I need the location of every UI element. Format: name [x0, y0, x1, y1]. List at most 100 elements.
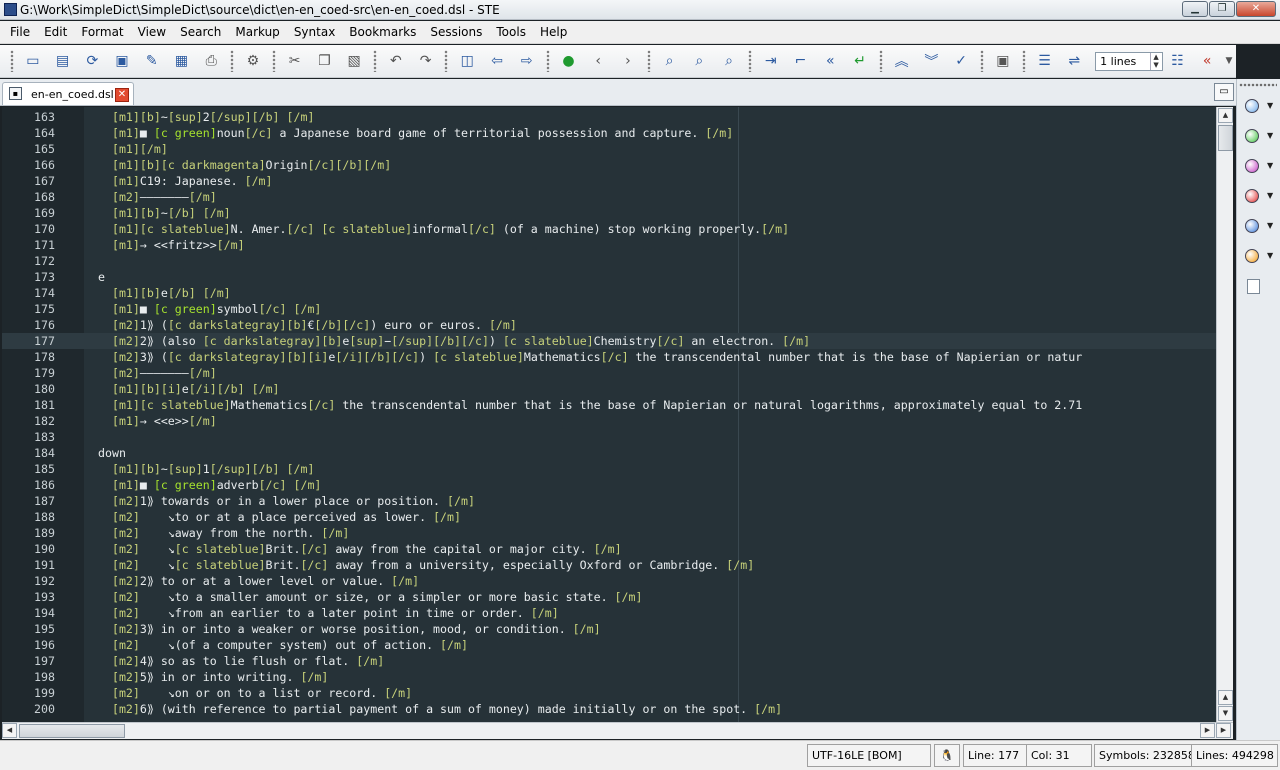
menu-sessions[interactable]: Sessions — [423, 25, 489, 39]
find-icon[interactable]: ⌕ — [655, 49, 685, 73]
reload-icon[interactable]: ⟳ — [77, 49, 107, 73]
tab-close-icon[interactable]: ✕ — [115, 88, 129, 102]
copy-icon[interactable]: ❐ — [310, 49, 340, 73]
code-line[interactable]: 185 [m1][b]~[sup]1[/sup][/b] [/m] — [2, 461, 1217, 477]
code-line[interactable]: 178 [m2]3⟫ ([c darkslategray][b][i]e[/i]… — [2, 349, 1217, 365]
menu-tools[interactable]: Tools — [489, 25, 533, 39]
line-text[interactable]: [m2]1⟫ ([c darkslategray][b]€[/b][/c]) e… — [98, 317, 517, 333]
code-line[interactable]: 194 [m2] ↘from an earlier to a later poi… — [2, 605, 1217, 621]
horizontal-scroll-thumb[interactable] — [19, 724, 125, 738]
code-line[interactable]: 190 [m2] ↘[c slateblue]Brit.[/c] away fr… — [2, 541, 1217, 557]
code-line[interactable]: 172 — [2, 253, 1217, 269]
line-text[interactable]: [m2]———————[/m] — [98, 189, 217, 205]
code-line[interactable]: 200 [m2]6⟫ (with reference to partial pa… — [2, 701, 1217, 717]
code-line[interactable]: 186 [m1]■ [c green]adverb[/c] [/m] — [2, 477, 1217, 493]
image-icon[interactable]: ▣ — [988, 49, 1018, 73]
code-line[interactable]: 173 e — [2, 269, 1217, 285]
line-text[interactable]: [m2]5⟫ in or into writing. [/m] — [98, 669, 328, 685]
toolbar-grip[interactable] — [372, 50, 377, 72]
toolbar-grip[interactable] — [980, 50, 984, 72]
replace-icon[interactable]: ⌕ — [714, 49, 744, 73]
dropdown-arrow-icon[interactable]: ▼ — [1267, 191, 1273, 200]
wrap-icon[interactable]: ⇌ — [1059, 49, 1089, 73]
code-text[interactable]: 163 [m1][b]~[sup]2[/sup][/b] [/m] 164 [m1… — [2, 109, 1217, 721]
toolbar-grip[interactable] — [1021, 50, 1026, 72]
code-line[interactable]: 182 [m1]→ <<e>>[/m] — [2, 413, 1217, 429]
expand-down-icon[interactable]: ︾ — [917, 49, 947, 73]
menu-view[interactable]: View — [131, 25, 173, 39]
line-text[interactable]: [m2]6⟫ (with reference to partial paymen… — [98, 701, 782, 717]
minimize-button[interactable]: ▁ — [1182, 1, 1208, 17]
code-line[interactable]: 171 [m1]→ <<fritz>>[/m] — [2, 237, 1217, 253]
line-text[interactable]: [m1]■ [c green]adverb[/c] [/m] — [98, 477, 321, 493]
line-text[interactable]: [m2] ↘[c slateblue]Brit.[/c] away from t… — [98, 541, 622, 557]
line-text[interactable]: [m1][c slateblue]N. Amer.[/c] [c slatebl… — [98, 221, 789, 237]
blue-marker-2-icon[interactable] — [1245, 219, 1259, 233]
line-text[interactable]: [m1]C19: Japanese. [/m] — [98, 173, 273, 189]
code-line[interactable]: 175 [m1]■ [c green]symbol[/c] [/m] — [2, 301, 1217, 317]
blue-marker-icon[interactable] — [1245, 99, 1259, 113]
line-text[interactable]: [m1][b][i]e[/i][/b] [/m] — [98, 381, 280, 397]
toolbar-grip[interactable] — [271, 50, 276, 72]
scroll-right-icon[interactable]: ▶ — [1200, 723, 1215, 738]
return-icon[interactable]: ↵ — [845, 49, 875, 73]
close-button[interactable]: ✕ — [1236, 1, 1276, 17]
dropdown-arrow-icon[interactable]: ▼ — [1267, 251, 1273, 260]
code-line[interactable]: 191 [m2] ↘[c slateblue]Brit.[/c] away fr… — [2, 557, 1217, 573]
save-as-icon[interactable]: ✎ — [137, 49, 167, 73]
line-text[interactable]: [m1]■ [c green]noun[/c] a Japanese board… — [98, 125, 733, 141]
dropdown-arrow-icon[interactable]: ▼ — [1267, 221, 1273, 230]
rewind-icon[interactable]: « — [815, 49, 845, 73]
code-line[interactable]: 183 — [2, 429, 1217, 445]
line-text[interactable]: [m1][b]e[/b] [/m] — [98, 285, 231, 301]
line-text[interactable]: [m1]→ <<fritz>>[/m] — [98, 237, 245, 253]
toolbar-grip[interactable] — [230, 50, 235, 72]
menu-edit[interactable]: Edit — [37, 25, 74, 39]
line-text[interactable]: e — [98, 269, 105, 285]
code-line[interactable]: 188 [m2] ↘to or at a place perceived as … — [2, 509, 1217, 525]
line-text[interactable]: [m1][b]~[sup]1[/sup][/b] [/m] — [98, 461, 314, 477]
line-text[interactable]: down — [98, 445, 126, 461]
code-line[interactable]: 165 [m1][/m] — [2, 141, 1217, 157]
save-all-icon[interactable]: ▦ — [167, 49, 197, 73]
menu-syntax[interactable]: Syntax — [287, 25, 342, 39]
line-text[interactable]: [m1][b][c darkmagenta]Origin[/c][/b][/m] — [98, 157, 391, 173]
check-icon[interactable]: ✓ — [946, 49, 976, 73]
menu-bookmarks[interactable]: Bookmarks — [342, 25, 423, 39]
menu-file[interactable]: File — [3, 25, 37, 39]
orange-marker-icon[interactable] — [1245, 249, 1259, 263]
open-file-icon[interactable]: ▤ — [48, 49, 78, 73]
document-list-icon[interactable]: ▭ — [1214, 83, 1234, 101]
line-text[interactable]: [m2] ↘(of a computer system) out of acti… — [98, 637, 468, 653]
code-line[interactable]: 169 [m1][b]~[/b] [/m] — [2, 205, 1217, 221]
scroll-down-icon[interactable]: ▲ — [1218, 690, 1233, 705]
line-text[interactable]: [m1][b]~[sup]2[/sup][/b] [/m] — [98, 109, 314, 125]
dropdown-arrow-icon[interactable]: ▼ — [1267, 101, 1273, 110]
line-text[interactable]: [m2]4⟫ so as to lie flush or flat. [/m] — [98, 653, 384, 669]
tab-en-en-coed[interactable]: ▪ en-en_coed.dsl ✕ — [2, 82, 134, 105]
line-text[interactable]: [m2] ↘[c slateblue]Brit.[/c] away from a… — [98, 557, 754, 573]
code-line[interactable]: 196 [m2] ↘(of a computer system) out of … — [2, 637, 1217, 653]
toolbar-grip[interactable] — [444, 50, 449, 72]
back-icon[interactable]: ⇦ — [482, 49, 512, 73]
dropdown-arrow-icon[interactable]: ▼ — [1222, 49, 1236, 73]
horizontal-scrollbar[interactable]: ◀ ▶ ▶ — [2, 722, 1233, 739]
dropdown-arrow-icon[interactable]: ▼ — [1267, 131, 1273, 140]
code-line[interactable]: 181 [m1][c slateblue]Mathematics[/c] the… — [2, 397, 1217, 413]
green-marker-icon[interactable] — [1245, 129, 1259, 143]
menu-help[interactable]: Help — [533, 25, 574, 39]
menu-markup[interactable]: Markup — [228, 25, 286, 39]
line-text[interactable]: [m2] ↘to or at a place perceived as lowe… — [98, 509, 461, 525]
toolbar-grip[interactable] — [545, 50, 550, 72]
toolbar-grip[interactable] — [10, 50, 14, 72]
scroll-down-icon[interactable]: ▼ — [1218, 706, 1233, 721]
code-line[interactable]: 199 [m2] ↘on or on to a list or record. … — [2, 685, 1217, 701]
indent-icon[interactable]: ⇥ — [756, 49, 786, 73]
settings-icon[interactable]: ⚙ — [238, 49, 268, 73]
save-icon[interactable]: ▣ — [107, 49, 137, 73]
encoding-status[interactable]: UTF-16LE [BOM] — [807, 744, 931, 767]
line-end-icon[interactable]: ⌐ — [786, 49, 816, 73]
magenta-marker-icon[interactable] — [1245, 159, 1259, 173]
collapse-up-icon[interactable]: ︽ — [887, 49, 917, 73]
maximize-button[interactable]: ❐ — [1209, 1, 1235, 17]
